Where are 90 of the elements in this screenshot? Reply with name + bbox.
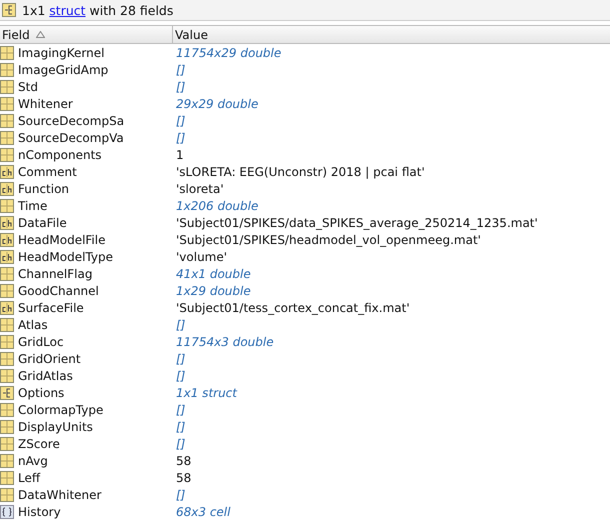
field-value: []: [176, 352, 186, 366]
field-value: 'Subject01/SPIKES/data_SPIKES_average_250214_1235.mat': [176, 216, 538, 230]
field-name: GoodChannel: [18, 284, 99, 298]
field-name: Atlas: [18, 318, 48, 332]
field-value: 'sloreta': [176, 182, 224, 196]
field-name: SourceDecompSa: [18, 114, 124, 128]
char-icon: [0, 164, 14, 178]
field-name: ChannelFlag: [18, 266, 92, 280]
field-value: []: [176, 62, 186, 76]
grid-icon: [0, 284, 14, 298]
struct-link[interactable]: struct: [49, 2, 86, 18]
field-name: Function: [18, 182, 70, 196]
cell-icon: [0, 504, 14, 518]
grid-icon: [0, 130, 14, 144]
column-header[interactable]: Field: [0, 26, 173, 43]
field-name: History: [18, 504, 61, 518]
field-value: 1x1 struct: [176, 386, 237, 400]
field-name: DataFile: [18, 216, 67, 230]
field-name: Std: [18, 80, 38, 94]
field-value: 41x1 double: [176, 266, 251, 280]
field-value: 29x29 double: [176, 96, 258, 110]
summary-text: 1x1 struct with 28 fields: [22, 2, 174, 18]
field-name: Leff: [18, 470, 40, 484]
sort-icon: [36, 31, 45, 38]
field-value: 'sLORETA: EEG(Unconstr) 2018 | pcai flat': [176, 164, 425, 178]
field-name: ColormapType: [18, 402, 104, 416]
field-value: 1: [176, 148, 184, 162]
grid-icon: [0, 352, 14, 366]
field-name: HeadModelType: [18, 250, 113, 264]
char-icon: [0, 216, 14, 230]
field-value: []: [176, 80, 186, 94]
field-value: []: [176, 488, 186, 502]
field-value: []: [176, 318, 186, 332]
field-name: DataWhitener: [18, 488, 102, 502]
grid-icon: [0, 62, 14, 76]
grid-icon: [0, 470, 14, 484]
field-value: 1x206 double: [176, 198, 258, 212]
char-icon: [0, 250, 14, 264]
column-header[interactable]: Value: [173, 26, 610, 43]
field-name: HeadModelFile: [18, 232, 106, 246]
field-value: []: [176, 420, 186, 434]
field-value: []: [176, 436, 186, 450]
char-icon: [0, 300, 14, 314]
field-value: 'volume': [176, 250, 228, 264]
field-value: []: [176, 402, 186, 416]
field-value: 58: [176, 470, 192, 484]
grid-icon: [0, 80, 14, 94]
field-name: nAvg: [18, 454, 48, 468]
field-name: ImagingKernel: [18, 46, 104, 60]
field-name: ImageGridAmp: [18, 62, 108, 76]
grid-icon: [0, 368, 14, 382]
field-value: 'Subject01/SPIKES/headmodel_vol_openmeeg.mat': [176, 232, 481, 246]
field-name: Whitener: [18, 96, 73, 110]
field-value: 'Subject01/tess_cortex_concat_fix.mat': [176, 300, 410, 314]
field-name: Time: [18, 198, 48, 212]
grid-icon: [0, 436, 14, 450]
field-value: 11754x3 double: [176, 334, 274, 348]
field-value: 11754x29 double: [176, 46, 282, 60]
field-name: nComponents: [18, 148, 102, 162]
grid-icon: [0, 198, 14, 212]
field-name: GridLoc: [18, 334, 64, 348]
field-name: GridAtlas: [18, 368, 73, 382]
field-value: 1x29 double: [176, 284, 251, 298]
field-name: SurfaceFile: [18, 300, 84, 314]
grid-icon: [0, 148, 14, 162]
field-value: []: [176, 130, 186, 144]
field-value: []: [176, 114, 186, 128]
grid-icon: [0, 266, 14, 280]
struct-icon: [0, 386, 14, 400]
grid-icon: [0, 46, 14, 60]
grid-icon: [0, 420, 14, 434]
struct-icon: [2, 3, 16, 17]
char-icon: [0, 182, 14, 196]
field-name: SourceDecompVa: [18, 130, 124, 144]
field-value: []: [176, 368, 186, 382]
grid-icon: [0, 318, 14, 332]
grid-icon: [0, 402, 14, 416]
field-name: ZScore: [18, 436, 60, 450]
field-value: 68x3 cell: [176, 504, 230, 518]
grid-icon: [0, 114, 14, 128]
grid-icon: [0, 334, 14, 348]
field-value: 58: [176, 454, 192, 468]
field-name: Comment: [18, 164, 77, 178]
grid-icon: [0, 488, 14, 502]
char-icon: [0, 232, 14, 246]
field-name: DisplayUnits: [18, 420, 93, 434]
field-name: Options: [18, 386, 64, 400]
grid-icon: [0, 96, 14, 110]
grid-icon: [0, 454, 14, 468]
field-name: GridOrient: [18, 352, 81, 366]
